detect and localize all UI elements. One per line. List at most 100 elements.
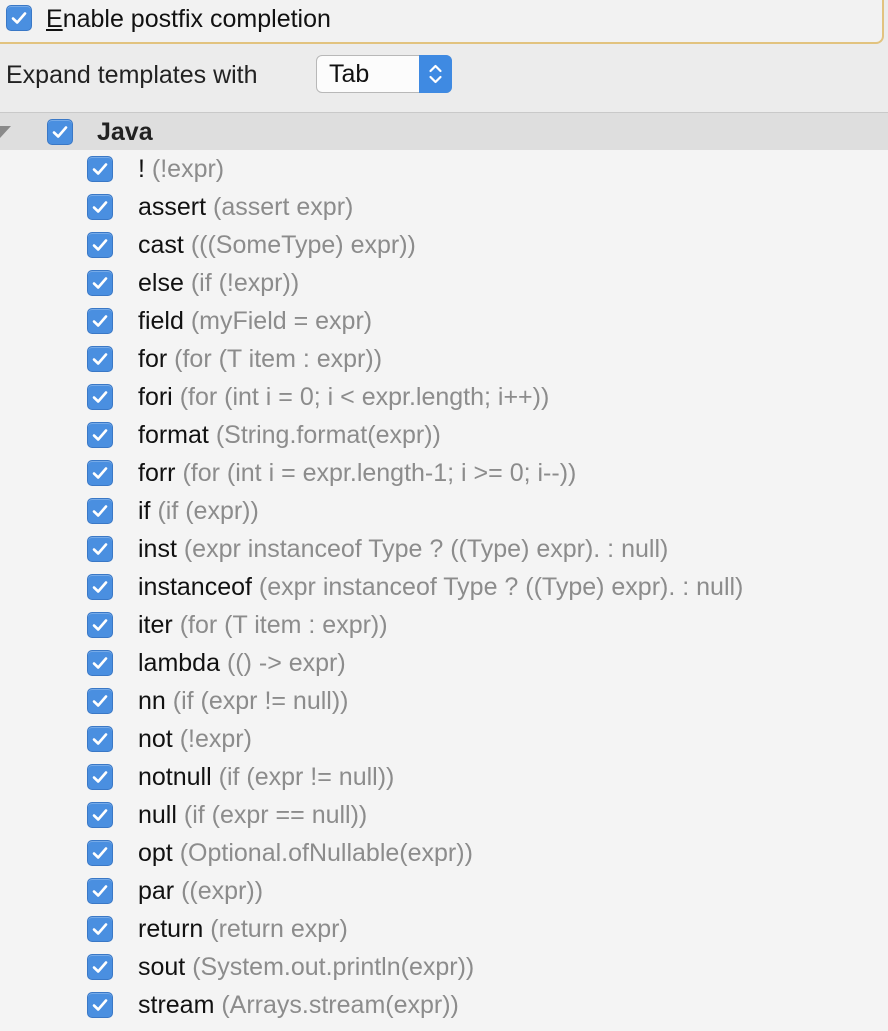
template-row[interactable]: sout (System.out.println(expr)) [0,948,888,986]
checkmark-icon [92,847,108,859]
template-row[interactable]: ! (!expr) [0,150,888,188]
checkmark-icon [11,12,27,24]
template-text: par ((expr)) [138,875,263,907]
template-key: for [138,345,168,373]
template-key: sout [138,953,186,981]
template-text: null (if (expr == null)) [138,799,367,831]
enable-postfix-row[interactable]: Enable postfix completion [0,0,884,44]
tree-group-java[interactable]: Java [0,113,888,150]
template-row[interactable]: lambda (() -> expr) [0,644,888,682]
template-row[interactable]: for (for (T item : expr)) [0,340,888,378]
template-checkbox[interactable] [87,802,113,828]
template-row[interactable]: nn (if (expr != null)) [0,682,888,720]
template-checkbox[interactable] [87,384,113,410]
template-row[interactable]: stream (Arrays.stream(expr)) [0,986,888,1024]
expand-key-select[interactable]: Tab [316,55,452,93]
template-row[interactable]: if (if (expr)) [0,492,888,530]
template-key: notnull [138,763,212,791]
template-row[interactable]: else (if (!expr)) [0,264,888,302]
template-row[interactable]: forr (for (int i = expr.length-1; i >= 0… [0,454,888,492]
template-text: format (String.format(expr)) [138,419,441,451]
template-description: (expr instanceof Type ? ((Type) expr). :… [183,535,669,563]
template-description: (Optional.ofNullable(expr)) [179,839,473,867]
template-checkbox[interactable] [87,574,113,600]
template-checkbox[interactable] [87,726,113,752]
checkmark-icon [92,353,108,365]
template-row[interactable]: par ((expr)) [0,872,888,910]
template-row[interactable]: inst (expr instanceof Type ? ((Type) exp… [0,530,888,568]
template-checkbox[interactable] [87,346,113,372]
expand-triangle-icon[interactable] [0,125,12,139]
template-checkbox[interactable] [87,954,113,980]
template-row[interactable]: notnull (if (expr != null)) [0,758,888,796]
checkmark-icon [92,657,108,669]
checkmark-icon [92,315,108,327]
template-row[interactable]: opt (Optional.ofNullable(expr)) [0,834,888,872]
template-description: (!expr) [151,155,225,183]
template-text: inst (expr instanceof Type ? ((Type) exp… [138,533,668,565]
updown-arrows-icon[interactable] [419,55,452,93]
template-text: ! (!expr) [138,153,224,185]
checkmark-icon [92,543,108,555]
template-checkbox[interactable] [87,498,113,524]
template-checkbox[interactable] [87,916,113,942]
template-checkbox[interactable] [87,612,113,638]
template-key: null [138,801,177,829]
template-checkbox[interactable] [87,422,113,448]
template-row[interactable]: return (return expr) [0,910,888,948]
template-description: (!expr) [179,725,252,753]
template-checkbox[interactable] [87,536,113,562]
template-checkbox[interactable] [87,308,113,334]
template-checkbox[interactable] [87,156,113,182]
template-row[interactable]: fori (for (int i = 0; i < expr.length; i… [0,378,888,416]
template-text: fori (for (int i = 0; i < expr.length; i… [138,381,549,413]
template-description: (for (int i = 0; i < expr.length; i++)) [179,383,550,411]
template-row[interactable]: assert (assert expr) [0,188,888,226]
template-checkbox[interactable] [87,992,113,1018]
java-group-checkbox[interactable] [47,119,73,145]
template-checkbox[interactable] [87,270,113,296]
template-row[interactable]: field (myField = expr) [0,302,888,340]
checkmark-icon [92,999,108,1011]
template-row[interactable]: cast (((SomeType) expr)) [0,226,888,264]
checkmark-icon [92,239,108,251]
template-description: (((SomeType) expr)) [190,231,416,259]
template-checkbox[interactable] [87,878,113,904]
enable-postfix-checkbox[interactable] [6,5,32,31]
template-row[interactable]: instanceof (expr instanceof Type ? ((Typ… [0,568,888,606]
template-key: format [138,421,209,449]
template-key: inst [138,535,177,563]
template-row[interactable]: format (String.format(expr)) [0,416,888,454]
template-checkbox[interactable] [87,840,113,866]
template-checkbox[interactable] [87,194,113,220]
template-row[interactable]: not (!expr) [0,720,888,758]
template-checkbox[interactable] [87,460,113,486]
template-description: (if (expr == null)) [183,801,368,829]
template-text: forr (for (int i = expr.length-1; i >= 0… [138,457,576,489]
template-description: (if (expr != null)) [218,763,395,791]
template-key: not [138,725,173,753]
template-key: forr [138,459,176,487]
template-key: assert [138,193,207,221]
checkmark-icon [92,923,108,935]
template-description: (if (!expr)) [190,269,300,297]
template-checkbox[interactable] [87,688,113,714]
template-text: return (return expr) [138,913,348,945]
template-description: (() -> expr) [226,649,346,677]
template-checkbox[interactable] [87,764,113,790]
checkmark-icon [92,429,108,441]
checkmark-icon [92,581,108,593]
template-row[interactable]: iter (for (T item : expr)) [0,606,888,644]
template-key: else [138,269,184,297]
template-row[interactable]: null (if (expr == null)) [0,796,888,834]
template-key: if [138,497,151,525]
template-checkbox[interactable] [87,232,113,258]
checkmark-icon [92,733,108,745]
expand-key-value: Tab [329,60,370,88]
template-description: ((expr)) [181,877,264,905]
template-key: return [138,915,204,943]
template-checkbox[interactable] [87,650,113,676]
template-key: field [138,307,184,335]
enable-postfix-label[interactable]: Enable postfix completion [46,4,331,34]
checkmark-icon [92,201,108,213]
